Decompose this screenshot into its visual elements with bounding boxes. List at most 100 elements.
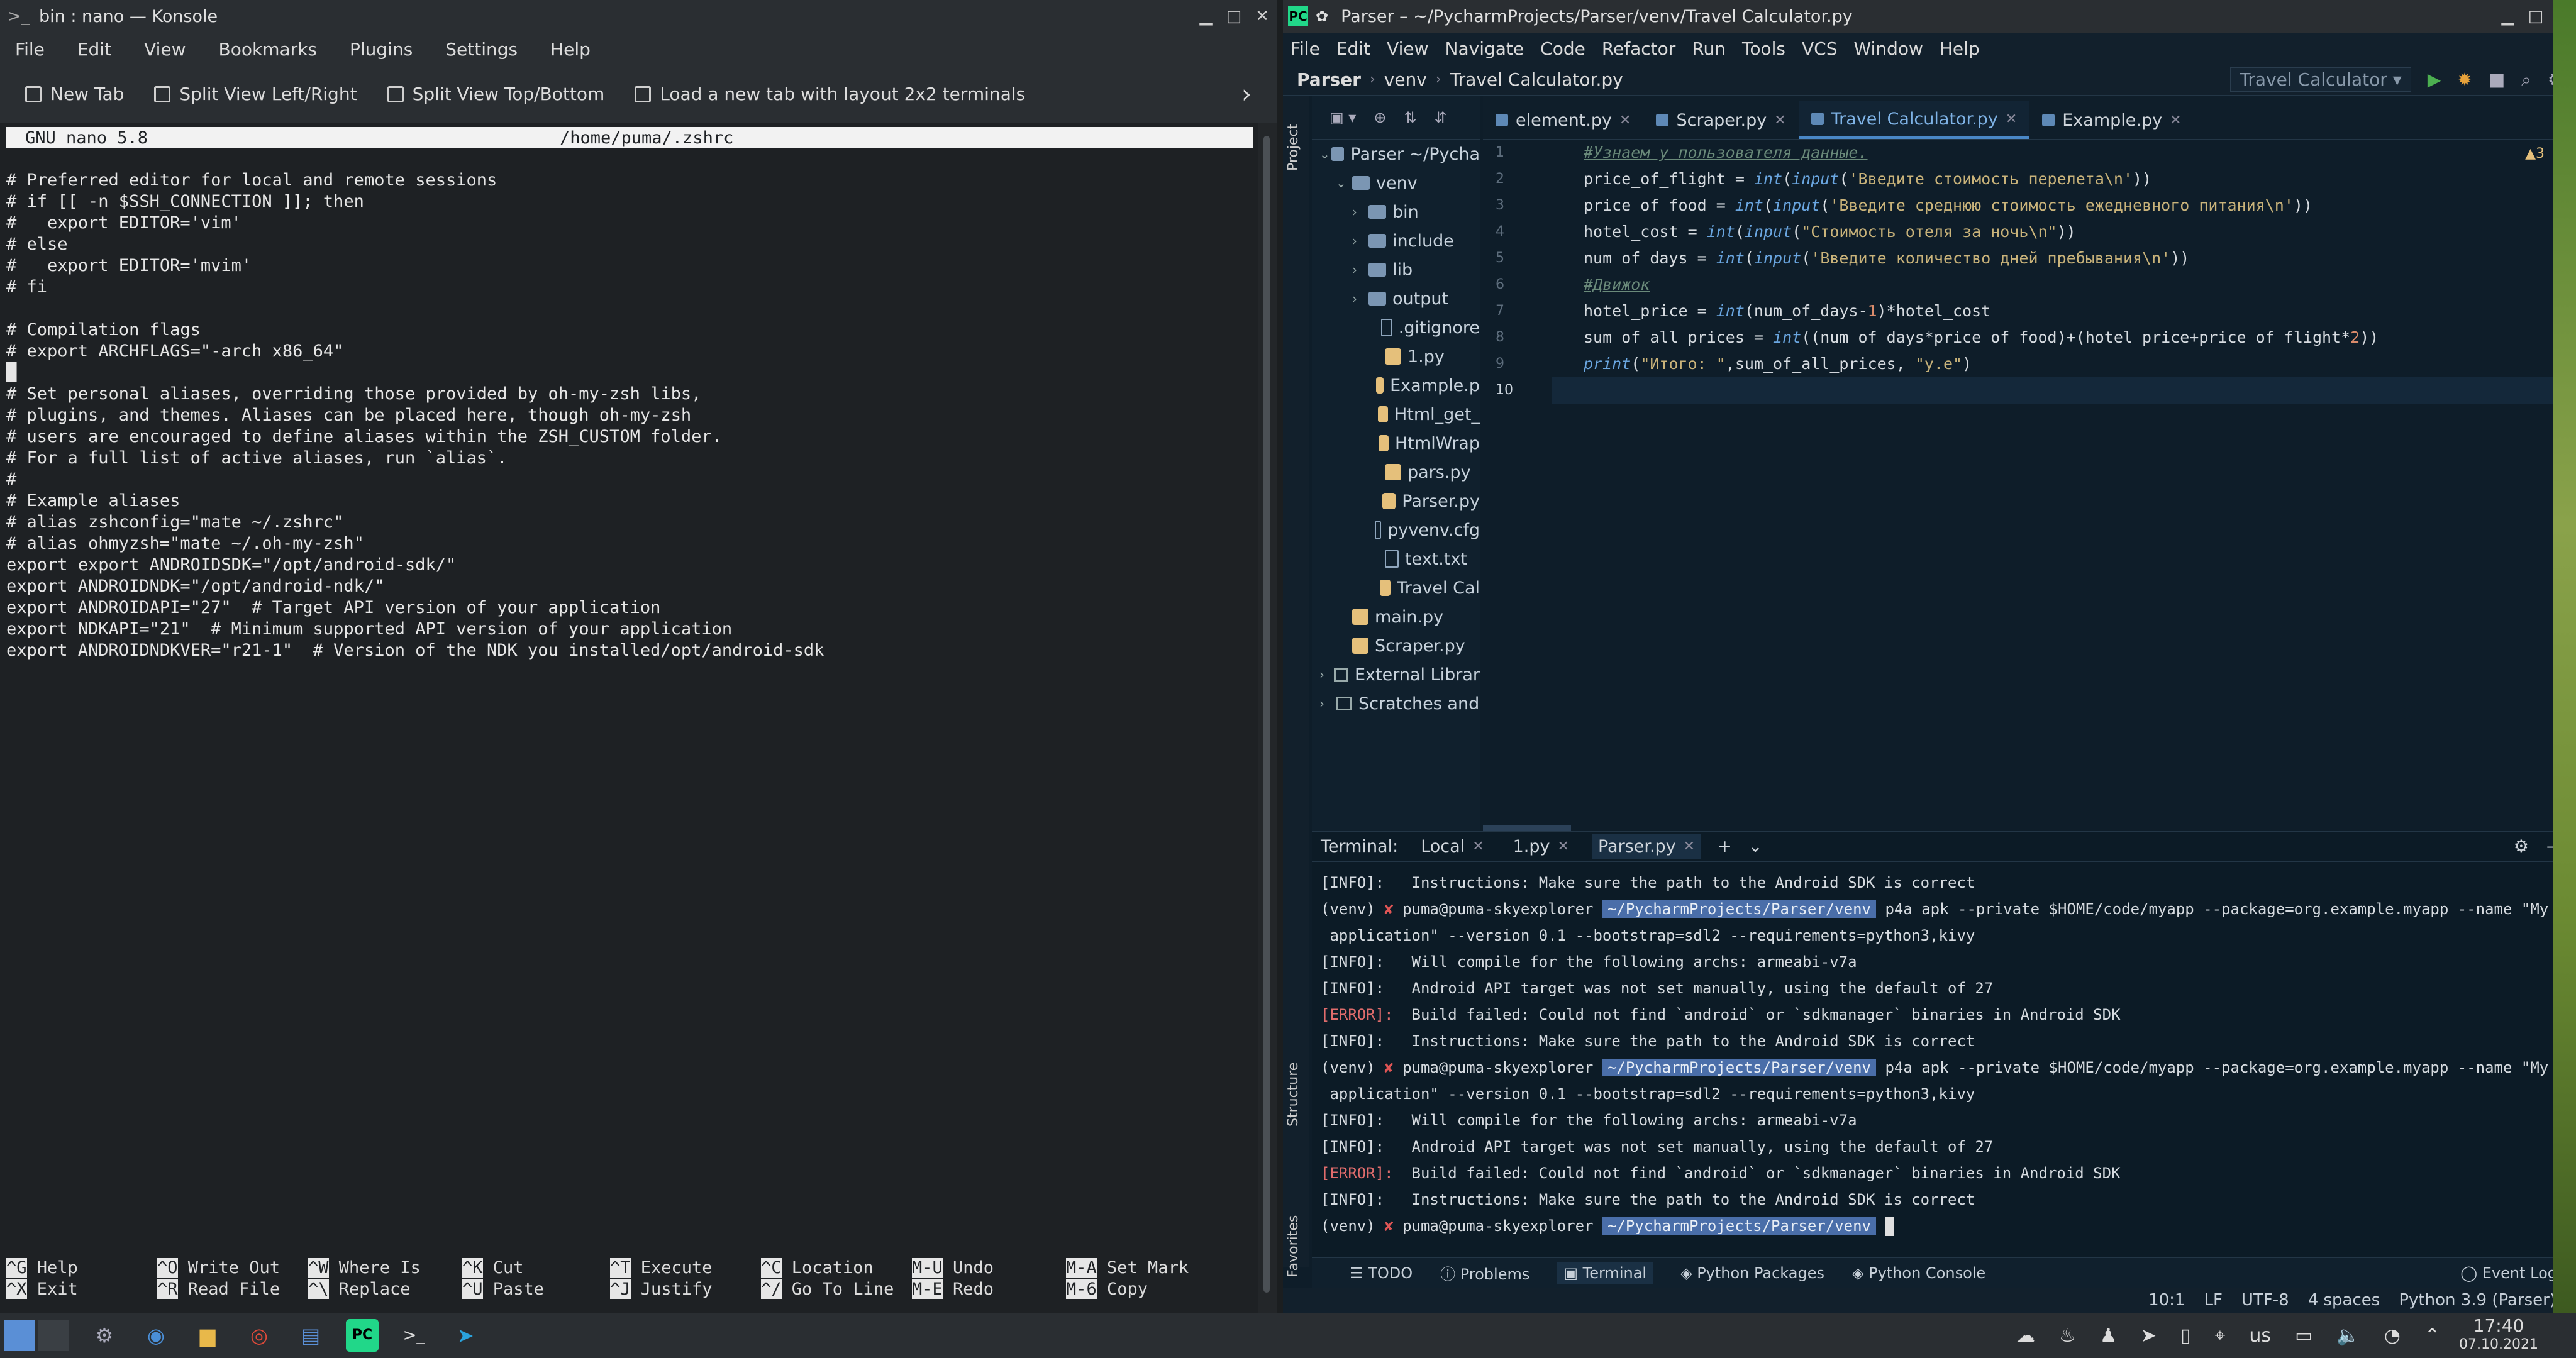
horizontal-scrollbar[interactable]	[1483, 825, 1571, 831]
debug-icon[interactable]: ✹	[2457, 69, 2472, 90]
breadcrumb-parser[interactable]: Parser	[1297, 69, 1361, 90]
menu-plugins[interactable]: Plugins	[350, 39, 413, 60]
menu-help[interactable]: Help	[550, 39, 591, 60]
close-icon[interactable]: ✕	[1619, 113, 1631, 128]
status-item[interactable]: 4 spaces	[2308, 1291, 2380, 1310]
breadcrumb-file[interactable]: Travel Calculator.py	[1450, 69, 1623, 90]
konsole-scrollbar[interactable]	[1258, 123, 1277, 1313]
shortcut-row[interactable]: M-6 Copy	[1066, 1279, 1189, 1300]
desktop-2[interactable]	[38, 1320, 69, 1351]
chevron-down-icon[interactable]: ⌄	[1748, 837, 1763, 856]
menu-settings[interactable]: Settings	[445, 39, 518, 60]
view-select-icon[interactable]: ▣ ▾	[1330, 109, 1356, 126]
notifications-icon[interactable]: ▭	[2295, 1325, 2312, 1347]
terminal-output[interactable]: [INFO]: Instructions: Make sure the path…	[1321, 869, 2563, 1239]
tree-item[interactable]: Html_get_	[1312, 400, 1480, 429]
tree-item[interactable]: pars.py	[1312, 458, 1480, 487]
scrollbar-thumb[interactable]	[1263, 136, 1270, 1293]
virtual-desktop-pager[interactable]	[4, 1320, 69, 1351]
code-line[interactable]: print("Итого: ",sum_of_all_prices, "у.е"…	[1584, 351, 2563, 377]
shortcut-row[interactable]: ^K Cut	[462, 1257, 544, 1279]
files-icon[interactable]: ▆	[191, 1319, 224, 1352]
terminal-tab[interactable]: Parser.py ✕	[1591, 834, 1702, 859]
warnings-indicator[interactable]: ▲3	[2525, 146, 2545, 162]
tree-item[interactable]: .gitignore	[1312, 313, 1480, 342]
tree-item[interactable]: HtmlWrap	[1312, 429, 1480, 458]
tree-item[interactable]: Parser.py	[1312, 487, 1480, 516]
new-tab-button[interactable]: New Tab	[25, 84, 124, 104]
tree-item[interactable]: › bin	[1312, 197, 1480, 226]
code-line[interactable]: #Узнаем у пользователя данные.	[1584, 140, 2563, 166]
tree-item[interactable]: Travel Cal	[1312, 573, 1480, 602]
editor-tab[interactable]: element.py ✕	[1483, 101, 1643, 139]
menu-bookmarks[interactable]: Bookmarks	[219, 39, 317, 60]
shortcut-row[interactable]: ^W Where Is	[308, 1257, 421, 1279]
tree-item[interactable]: main.py	[1312, 602, 1480, 631]
search-icon[interactable]: ⌕	[2521, 69, 2531, 91]
tree-item[interactable]: › output	[1312, 284, 1480, 313]
desktop-1[interactable]	[4, 1320, 35, 1351]
discover-icon[interactable]: ◉	[140, 1319, 172, 1352]
split-left-right-button[interactable]: Split View Left/Right	[154, 84, 357, 104]
shortcut-row[interactable]: ^U Paste	[462, 1279, 544, 1300]
nano-buffer[interactable]: # Preferred editor for local and remote …	[6, 170, 824, 661]
konsole-icon[interactable]: >_	[397, 1319, 430, 1352]
code-line[interactable]: num_of_days = int(input('Введите количес…	[1584, 245, 2563, 272]
status-item[interactable]: 10:1	[2148, 1291, 2185, 1310]
shortcut-row[interactable]: ^O Write Out	[157, 1257, 280, 1279]
breadcrumb-venv[interactable]: venv	[1384, 69, 1427, 90]
shortcut-row[interactable]: M-A Set Mark	[1066, 1257, 1189, 1279]
clipboard-icon[interactable]: ▯	[2180, 1325, 2191, 1347]
terminal-tab[interactable]: Local ✕	[1414, 834, 1490, 859]
menu-run[interactable]: Run	[1692, 38, 1726, 59]
user-icon[interactable]: ♟	[2100, 1325, 2117, 1347]
close-icon[interactable]: ✕	[2170, 113, 2181, 128]
menu-edit[interactable]: Edit	[77, 39, 111, 60]
maximize-button[interactable]: □	[2528, 7, 2544, 26]
keyboard-layout[interactable]: us	[2249, 1325, 2271, 1347]
terminal-area[interactable]: GNU nano 5.8 /home/puma/.zshrc # Preferr…	[0, 123, 1258, 1313]
shortcut-row[interactable]: ^X Exit	[6, 1279, 78, 1300]
tool-tab-terminal[interactable]: ▣ Terminal	[1557, 1261, 1653, 1284]
menu-code[interactable]: Code	[1540, 38, 1585, 59]
network-icon[interactable]: ◔	[2384, 1325, 2401, 1347]
expand-tray-icon[interactable]: ⌃	[2424, 1325, 2440, 1347]
code-line[interactable]: sum_of_all_prices = int((num_of_days*pri…	[1584, 324, 2563, 351]
shortcut-row[interactable]: ^R Read File	[157, 1279, 280, 1300]
menu-help[interactable]: Help	[1940, 38, 1980, 59]
code-line[interactable]: price_of_food = int(input('Введите средн…	[1584, 192, 2563, 219]
split-top-bottom-button[interactable]: Split View Top/Bottom	[387, 84, 604, 104]
expand-all-icon[interactable]: ⇅	[1404, 109, 1416, 126]
tree-item[interactable]: Example.p	[1312, 371, 1480, 400]
editor-tab[interactable]: Example.py ✕	[2029, 101, 2194, 139]
close-button[interactable]: ✕	[1255, 7, 1269, 26]
menu-file[interactable]: File	[15, 39, 45, 60]
run-config-select[interactable]: Travel Calculator ▾	[2230, 67, 2411, 92]
location-icon[interactable]: ⌖	[2214, 1325, 2225, 1347]
code-area[interactable]: #Узнаем у пользователя данные. price_of_f…	[1552, 140, 2576, 831]
menu-view[interactable]: View	[144, 39, 186, 60]
menu-refactor[interactable]: Refactor	[1602, 38, 1675, 59]
shortcut-row[interactable]: ^G Help	[6, 1257, 78, 1279]
tab-favorites[interactable]: Favorites	[1285, 1215, 1301, 1278]
steam-icon[interactable]: ♨	[2059, 1325, 2076, 1347]
menu-edit[interactable]: Edit	[1336, 38, 1370, 59]
chevron-right-icon[interactable]: ›	[1241, 80, 1252, 109]
tree-item[interactable]: › include	[1312, 226, 1480, 255]
menu-window[interactable]: Window	[1853, 38, 1923, 59]
shortcut-row[interactable]: M-E Redo	[912, 1279, 994, 1300]
cloud-icon[interactable]: ☁	[2016, 1325, 2035, 1347]
locate-icon[interactable]: ⊕	[1374, 109, 1386, 126]
menu-vcs[interactable]: VCS	[1802, 38, 1837, 59]
tab-structure[interactable]: Structure	[1285, 1063, 1301, 1127]
event-log-button[interactable]: ◯ Event Log	[2460, 1264, 2557, 1282]
tree-item[interactable]: Scraper.py	[1312, 631, 1480, 660]
clock[interactable]: 17:40 07.10.2021	[2459, 1317, 2538, 1354]
tree-item[interactable]: pyvenv.cfg	[1312, 516, 1480, 544]
collapse-all-icon[interactable]: ⇵	[1435, 109, 1447, 126]
code-line[interactable]: hotel_price = int(num_of_days-1)*hotel_c…	[1584, 298, 2563, 324]
close-icon[interactable]: ✕	[1558, 839, 1569, 854]
shortcut-row[interactable]: ^T Execute	[610, 1257, 713, 1279]
menu-navigate[interactable]: Navigate	[1445, 38, 1524, 59]
maximize-button[interactable]: □	[1226, 7, 1242, 26]
